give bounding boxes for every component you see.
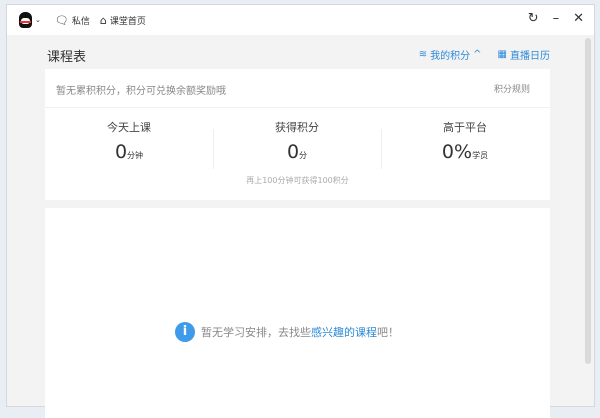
stat-points: 获得积分 0分 <box>213 119 381 163</box>
value: 0 <box>114 141 128 163</box>
value: 0 <box>286 141 300 163</box>
home-button[interactable]: ⌂ 课堂首页 <box>100 14 146 27</box>
database-icon: ≋ <box>418 49 428 60</box>
stat-label: 今天上课 <box>107 121 151 134</box>
my-points-label: 我的积分 <box>430 51 471 62</box>
chevron-down-icon: ⌄ <box>35 16 41 24</box>
chevron-up-icon: ^ <box>473 49 482 60</box>
scrollbar[interactable] <box>585 38 591 364</box>
minimize-icon[interactable]: – <box>553 11 560 26</box>
messages-label: 私信 <box>71 16 90 27</box>
penguin-avatar-icon <box>19 12 32 28</box>
refresh-icon[interactable]: ↻ <box>528 11 539 26</box>
value: 0% <box>441 141 473 163</box>
stat-value: 0分钟 <box>45 141 213 163</box>
divider <box>45 107 550 108</box>
unit: 分钟 <box>127 151 144 160</box>
live-calendar-button[interactable]: ▦ 直播日历 <box>498 47 550 62</box>
title-bar: ⌄ 🗨 私信 ⌂ 课堂首页 ↻ – ✕ <box>7 5 594 35</box>
stat-rank: 高于平台 0%学员 <box>381 119 549 163</box>
stat-value: 0%学员 <box>381 141 549 163</box>
messages-button[interactable]: 🗨 私信 <box>55 14 90 27</box>
stat-label: 获得积分 <box>275 121 319 134</box>
avatar-menu[interactable]: ⌄ <box>19 12 41 28</box>
empty-suffix: 吧！ <box>377 326 399 339</box>
unit: 学员 <box>472 151 489 160</box>
info-icon: i <box>175 322 195 342</box>
close-icon[interactable]: ✕ <box>573 11 584 26</box>
main-content: 课程表 ≋ 我的积分 ^ ▦ 直播日历 暂无累积积分，积分可兑换余额奖励哦 积分规则 … <box>45 35 550 418</box>
points-card: 暂无累积积分，积分可兑换余额奖励哦 积分规则 今天上课 0分钟 获得积分 0分 高于… <box>45 69 550 200</box>
empty-state: i 暂无学习安排，去找些感兴趣的课程吧！ <box>175 322 399 342</box>
page-title: 课程表 <box>47 50 87 65</box>
points-hint: 再上100分钟可获得100积分 <box>246 176 349 185</box>
my-points-button[interactable]: ≋ 我的积分 ^ <box>419 47 482 62</box>
schedule-panel: i 暂无学习安排，去找些感兴趣的课程吧！ <box>45 208 550 418</box>
empty-text: 暂无学习安排，去找些 <box>201 326 311 339</box>
points-notice: 暂无累积积分，积分可兑换余额奖励哦 <box>56 86 226 97</box>
unit: 分 <box>299 151 308 160</box>
message-icon: 🗨 <box>54 13 69 27</box>
calendar-icon: ▦ <box>497 49 507 60</box>
app-window: ⌄ 🗨 私信 ⌂ 课堂首页 ↻ – ✕ 课程表 ≋ 我的积分 ^ ▦ 直播日历 暂无累… <box>6 4 595 418</box>
home-label: 课堂首页 <box>109 16 146 27</box>
stat-label: 高于平台 <box>443 121 487 134</box>
stat-value: 0分 <box>213 141 381 163</box>
interesting-courses-link[interactable]: 感兴趣的课程 <box>311 326 377 339</box>
stat-today: 今天上课 0分钟 <box>45 119 213 163</box>
points-rules-link[interactable]: 积分规则 <box>494 82 530 95</box>
home-icon: ⌂ <box>99 13 107 27</box>
calendar-label: 直播日历 <box>510 51 550 62</box>
